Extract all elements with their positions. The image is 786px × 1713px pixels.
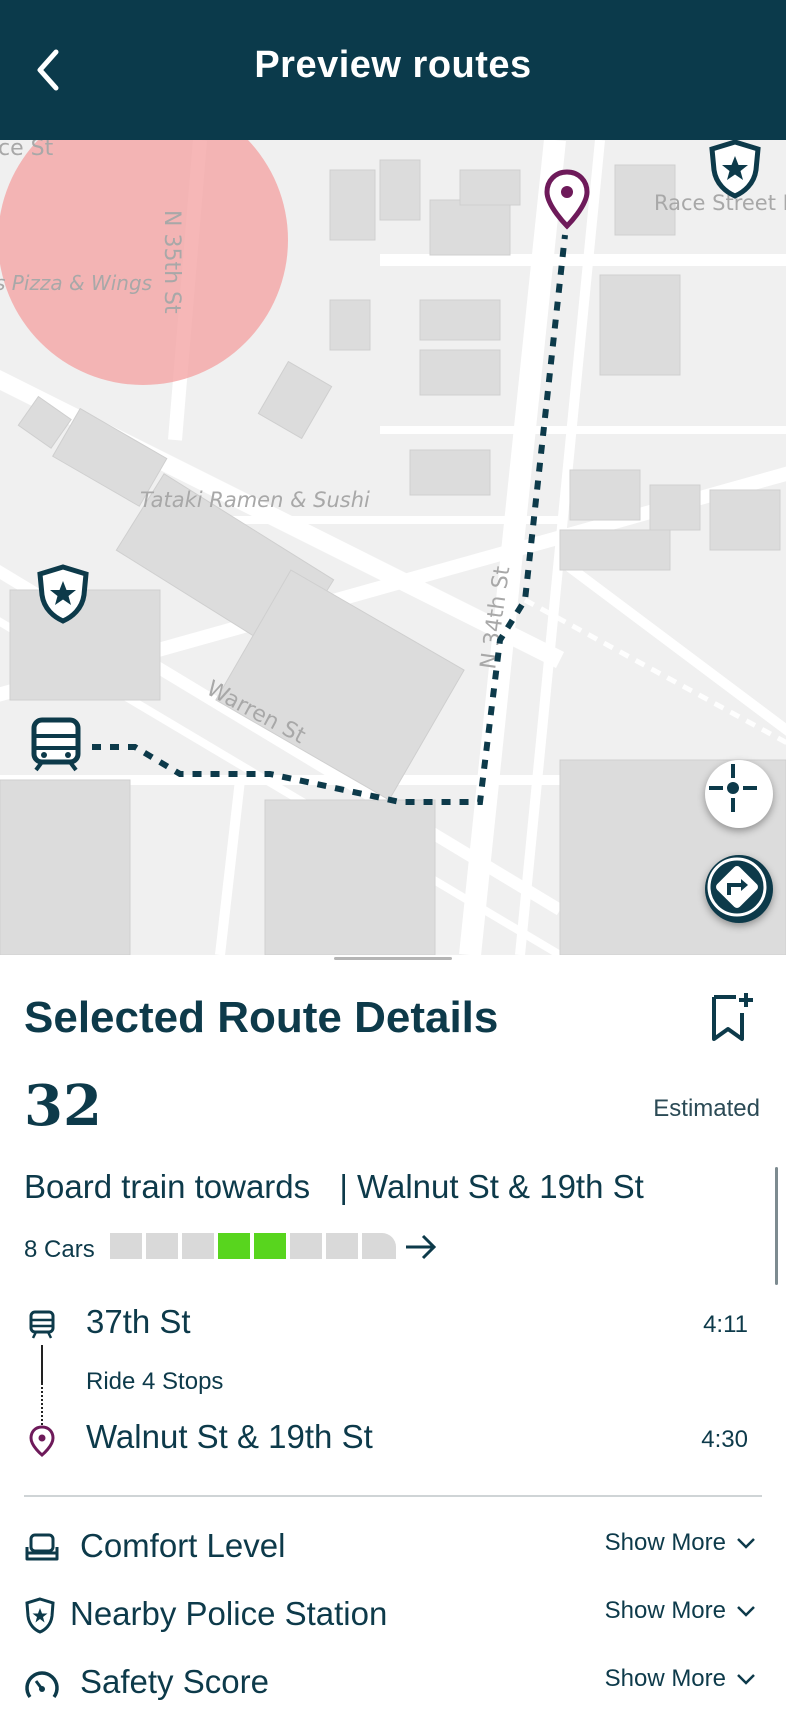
poi-label: Tataki Ramen & Sushi	[140, 488, 370, 512]
street-label: Race Street L	[654, 191, 786, 215]
cars-label: 8 Cars	[24, 1236, 95, 1263]
board-instruction: Board train towards | Walnut St & 19th S…	[24, 1168, 644, 1206]
destination-pin-icon	[28, 1425, 56, 1457]
origin-stop-time: 4:11	[703, 1311, 748, 1338]
poi-label: s Pizza & Wings	[0, 271, 152, 295]
gauge-icon	[24, 1665, 60, 1703]
bookmark-add-button[interactable]	[710, 991, 754, 1043]
safety-score-row[interactable]: Safety Score Show More	[0, 1657, 786, 1713]
safety-score-label: Safety Score	[80, 1663, 269, 1700]
seat-icon	[24, 1529, 60, 1567]
chevron-down-icon	[737, 1538, 755, 1549]
train-icon	[28, 1310, 56, 1340]
police-station-label: Nearby Police Station	[70, 1595, 388, 1632]
chevron-down-icon	[737, 1674, 755, 1685]
train-car	[362, 1233, 396, 1259]
police-station-row[interactable]: Nearby Police Station Show More	[0, 1589, 786, 1645]
scroll-indicator[interactable]	[775, 1167, 778, 1285]
police-station-icon[interactable]	[709, 140, 761, 199]
train-car	[218, 1233, 250, 1259]
board-destination: | Walnut St & 19th St	[339, 1168, 644, 1205]
destination-stop-time: 4:30	[701, 1426, 748, 1453]
train-car	[110, 1233, 142, 1259]
ride-line-dotted	[41, 1383, 43, 1425]
show-more-label: Show More	[604, 1529, 726, 1556]
estimated-label: Estimated	[653, 1095, 760, 1122]
safety-show-more[interactable]: Show More	[605, 1665, 756, 1693]
page-title: Preview routes	[254, 44, 532, 86]
train-station-icon[interactable]	[31, 717, 81, 772]
section-title: Selected Route Details	[24, 993, 499, 1042]
police-show-more[interactable]: Show More	[605, 1597, 756, 1625]
bookmark-add-icon	[712, 993, 753, 1041]
map-canvas: ce St N 35th St s Pizza & Wings Race Str…	[0, 140, 786, 955]
train-cars-indicator	[110, 1233, 396, 1259]
crosshair-icon	[709, 764, 757, 812]
board-text: Board train towards	[24, 1168, 311, 1205]
ride-line	[41, 1345, 43, 1383]
chevron-down-icon	[737, 1606, 755, 1617]
ride-stops-text: Ride 4 Stops	[86, 1368, 224, 1395]
recenter-button[interactable]	[705, 760, 773, 828]
arrow-right-icon	[406, 1234, 437, 1260]
show-more-label: Show More	[604, 1665, 726, 1692]
street-label: ce St	[0, 140, 54, 161]
police-shield-icon	[24, 1597, 60, 1635]
train-car	[290, 1233, 322, 1259]
train-car	[254, 1233, 286, 1259]
comfort-show-more[interactable]: Show More	[605, 1529, 756, 1557]
sheet-drag-handle[interactable]	[334, 957, 452, 960]
top-app-bar: Preview routes	[0, 0, 786, 140]
show-more-label: Show More	[604, 1597, 726, 1624]
comfort-level-label: Comfort Level	[80, 1527, 286, 1564]
train-car	[146, 1233, 178, 1259]
destination-stop-name: Walnut St & 19th St	[86, 1418, 373, 1455]
cars-arrow-button[interactable]	[404, 1232, 438, 1262]
train-car	[182, 1233, 214, 1259]
route-number: 32	[24, 1073, 102, 1139]
comfort-level-row[interactable]: Comfort Level Show More	[0, 1521, 786, 1577]
route-details-sheet[interactable]: Selected Route Details 32 Estimated Boar…	[0, 955, 786, 1704]
directions-icon	[707, 857, 767, 917]
street-label: N 35th St	[159, 210, 184, 314]
train-car	[326, 1233, 358, 1259]
directions-button[interactable]	[705, 855, 773, 923]
origin-stop-name: 37th St	[86, 1303, 191, 1340]
route-map[interactable]: ce St N 35th St s Pizza & Wings Race Str…	[0, 140, 786, 955]
divider	[24, 1495, 762, 1497]
